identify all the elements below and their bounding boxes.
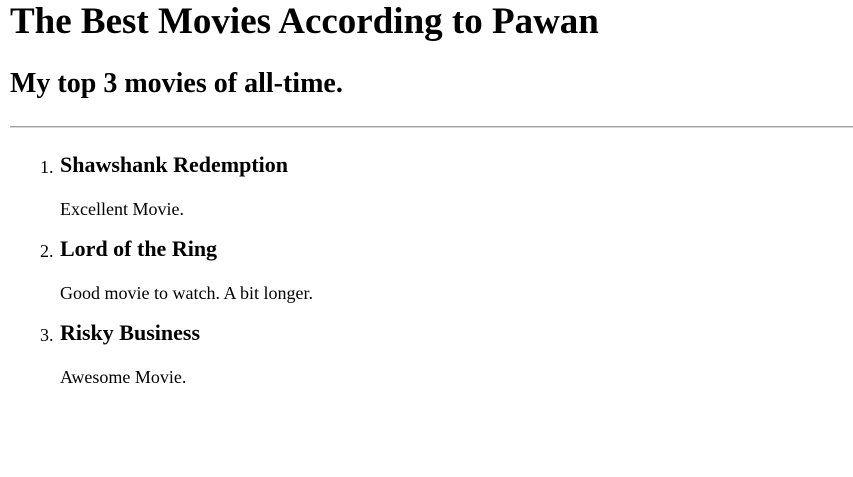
list-item: 2. Lord of the Ring Good movie to watch.… bbox=[40, 236, 853, 304]
movie-description: Awesome Movie. bbox=[60, 367, 187, 387]
movie-title: Lord of the Ring bbox=[60, 236, 218, 261]
list-item-number: 1. bbox=[40, 157, 54, 177]
list-item: 3. Risky Business Awesome Movie. bbox=[40, 320, 853, 388]
movie-description: Good movie to watch. A bit longer. bbox=[60, 283, 313, 303]
page-title: The Best Movies According to Pawan bbox=[10, 1, 599, 42]
page-subtitle: My top 3 movies of all-time. bbox=[10, 68, 343, 99]
page: The Best Movies According to Pawan My to… bbox=[0, 0, 853, 388]
movie-title: Shawshank Redemption bbox=[60, 152, 289, 177]
list-item-number: 3. bbox=[40, 325, 54, 345]
list-item-number: 2. bbox=[40, 241, 54, 261]
divider bbox=[10, 126, 853, 128]
movie-title: Risky Business bbox=[60, 320, 201, 345]
list-item: 1. Shawshank Redemption Excellent Movie. bbox=[40, 152, 853, 220]
movie-description: Excellent Movie. bbox=[60, 199, 184, 219]
movie-list: 1. Shawshank Redemption Excellent Movie.… bbox=[10, 152, 853, 388]
